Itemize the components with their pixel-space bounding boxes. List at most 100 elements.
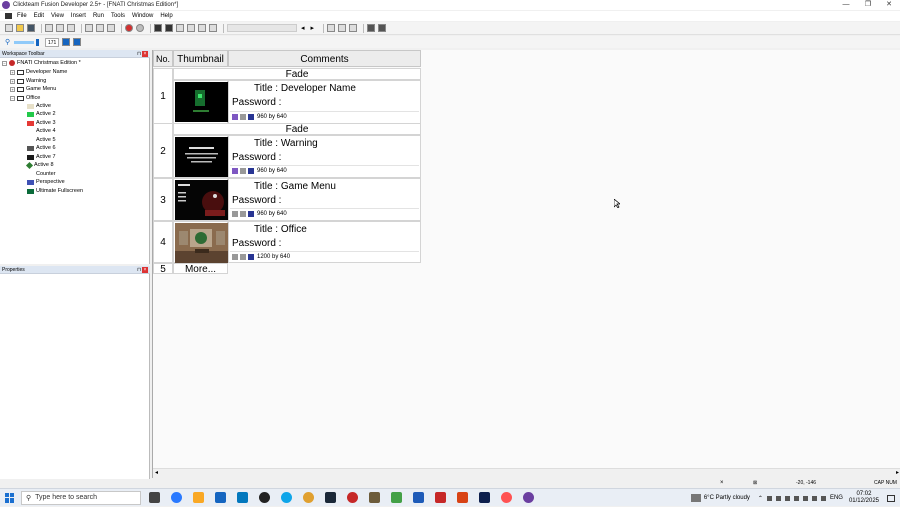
window-icon[interactable] bbox=[378, 24, 387, 32]
menu-file[interactable]: File bbox=[17, 13, 27, 19]
stop-icon[interactable] bbox=[136, 24, 144, 32]
frame-comments[interactable]: Title : Developer Name Password : 960 by… bbox=[228, 80, 421, 124]
menu-view[interactable]: View bbox=[51, 13, 64, 19]
grid-view-icon[interactable] bbox=[73, 38, 82, 46]
tree-object[interactable]: Active 2 bbox=[27, 110, 56, 118]
fade-in-icon[interactable] bbox=[232, 211, 238, 217]
access-icon[interactable] bbox=[435, 492, 446, 503]
close-icon[interactable]: × bbox=[720, 480, 724, 486]
tree-object[interactable]: Ultimate Fullscreen bbox=[27, 187, 83, 195]
menu-help[interactable]: Help bbox=[160, 13, 172, 19]
fade-in-icon[interactable] bbox=[232, 114, 238, 120]
powerpoint-icon[interactable] bbox=[457, 492, 468, 503]
minecraft-icon[interactable] bbox=[369, 492, 380, 503]
open-icon[interactable] bbox=[16, 24, 24, 32]
paste-icon[interactable] bbox=[67, 24, 75, 32]
frame-comments[interactable]: Title : Game Menu Password : 960 by 640 bbox=[228, 178, 421, 221]
delete-frame-icon[interactable] bbox=[338, 24, 347, 32]
network-icon[interactable] bbox=[811, 495, 817, 501]
tree-frame-game-menu[interactable]: + Game Menu bbox=[10, 85, 56, 93]
mdi-icon[interactable] bbox=[5, 13, 12, 19]
menu-edit[interactable]: Edit bbox=[34, 13, 44, 19]
minimize-button[interactable]: — bbox=[835, 0, 857, 10]
event-editor-icon[interactable] bbox=[176, 24, 184, 32]
record-icon[interactable] bbox=[347, 492, 358, 503]
more-frames-button[interactable]: More... bbox=[173, 263, 228, 275]
horizontal-scrollbar[interactable]: ◂ ▸ bbox=[153, 468, 900, 478]
speaker-icon[interactable] bbox=[820, 495, 826, 501]
tree-frame-developer-name[interactable]: + Developer Name bbox=[10, 68, 67, 76]
fade-transition-label[interactable]: Fade bbox=[173, 123, 421, 135]
close-button[interactable]: ✕ bbox=[878, 0, 900, 10]
frame-thumbnail[interactable] bbox=[173, 135, 228, 178]
fade-out-icon[interactable] bbox=[240, 254, 246, 260]
scroll-right-icon[interactable]: ▸ bbox=[896, 469, 899, 476]
tray-app-icon[interactable] bbox=[802, 495, 808, 501]
event-list-icon[interactable] bbox=[187, 24, 195, 32]
pin-icon[interactable]: ⊓ bbox=[137, 50, 141, 58]
tree-object[interactable]: Active 3 bbox=[27, 119, 56, 127]
zoom-icon[interactable]: ⚲ bbox=[5, 38, 10, 46]
fade-in-icon[interactable] bbox=[232, 168, 238, 174]
close-panel-icon[interactable]: × bbox=[142, 51, 148, 57]
new-icon[interactable] bbox=[5, 24, 13, 32]
expand-icon[interactable]: + bbox=[10, 78, 15, 84]
notifications-icon[interactable] bbox=[887, 494, 895, 502]
mail-icon[interactable] bbox=[215, 492, 226, 503]
clickteam-icon[interactable] bbox=[523, 492, 534, 503]
tray-app-icon[interactable] bbox=[766, 495, 772, 501]
tree-object[interactable]: Active bbox=[27, 102, 51, 110]
tree-object[interactable]: Active 5 bbox=[27, 136, 56, 144]
pin-icon[interactable]: ⊓ bbox=[137, 266, 141, 274]
tree-frame-office[interactable]: − Office bbox=[10, 94, 40, 102]
app-icon[interactable] bbox=[259, 492, 270, 503]
undo-icon[interactable] bbox=[85, 24, 93, 32]
tray-app-icon[interactable] bbox=[784, 495, 790, 501]
photoshop-icon[interactable] bbox=[479, 492, 490, 503]
copy-icon[interactable] bbox=[56, 24, 64, 32]
menu-insert[interactable]: Insert bbox=[71, 13, 86, 19]
frame-thumbnail[interactable] bbox=[173, 178, 228, 221]
language-indicator[interactable]: ENG bbox=[830, 495, 843, 501]
close-panel-icon[interactable]: × bbox=[142, 267, 148, 273]
tree-object[interactable]: Perspective bbox=[27, 178, 65, 186]
zoom-slider-thumb[interactable] bbox=[36, 38, 40, 46]
expand-icon[interactable]: + bbox=[10, 86, 15, 92]
tray-expand-icon[interactable]: ⌃ bbox=[758, 495, 763, 502]
tree-root[interactable]: − FNATI Christmas Edition * bbox=[2, 59, 81, 67]
fade-out-icon[interactable] bbox=[240, 114, 246, 120]
frame-slider[interactable] bbox=[227, 24, 297, 32]
windows-start-icon[interactable] bbox=[5, 492, 15, 503]
fade-in-icon[interactable] bbox=[232, 254, 238, 260]
tray-app-icon[interactable] bbox=[793, 495, 799, 501]
fade-out-icon[interactable] bbox=[240, 211, 246, 217]
data-elements-icon[interactable] bbox=[198, 24, 206, 32]
grid-icon[interactable] bbox=[367, 24, 376, 32]
taskbar-search[interactable]: ⚲ Type here to search bbox=[21, 490, 141, 505]
next-frame-icon[interactable]: ▸ bbox=[311, 24, 315, 32]
frame-comments[interactable]: Title : Office Password : 1200 by 640 bbox=[228, 221, 421, 263]
steam-icon[interactable] bbox=[325, 492, 336, 503]
scroll-left-icon[interactable]: ◂ bbox=[155, 469, 158, 476]
edge-icon[interactable] bbox=[171, 492, 182, 503]
tray-app-icon[interactable] bbox=[775, 495, 781, 501]
expand-icon[interactable]: + bbox=[10, 69, 15, 75]
run-application-icon[interactable] bbox=[125, 24, 133, 32]
cut-icon[interactable] bbox=[45, 24, 53, 32]
browser-icon[interactable] bbox=[281, 492, 292, 503]
word-icon[interactable] bbox=[413, 492, 424, 503]
tree-object[interactable]: Active 8 bbox=[25, 161, 54, 169]
opera-icon[interactable] bbox=[501, 492, 512, 503]
build-icon[interactable] bbox=[107, 24, 115, 32]
frame-thumbnail[interactable] bbox=[173, 221, 228, 263]
frame-thumbnail[interactable] bbox=[173, 80, 228, 124]
task-view-icon[interactable] bbox=[149, 492, 160, 503]
collapse-icon[interactable]: − bbox=[2, 60, 7, 66]
clock[interactable]: 07:02 01/12/2025 bbox=[849, 491, 879, 505]
save-icon[interactable] bbox=[27, 24, 35, 32]
restore-button[interactable]: ❐ bbox=[857, 0, 879, 10]
blender-icon[interactable] bbox=[303, 492, 314, 503]
zoom-value[interactable]: 171 bbox=[45, 37, 60, 47]
notepad-icon[interactable] bbox=[391, 492, 402, 503]
frame-comments[interactable]: Title : Warning Password : 960 by 640 bbox=[228, 135, 421, 178]
